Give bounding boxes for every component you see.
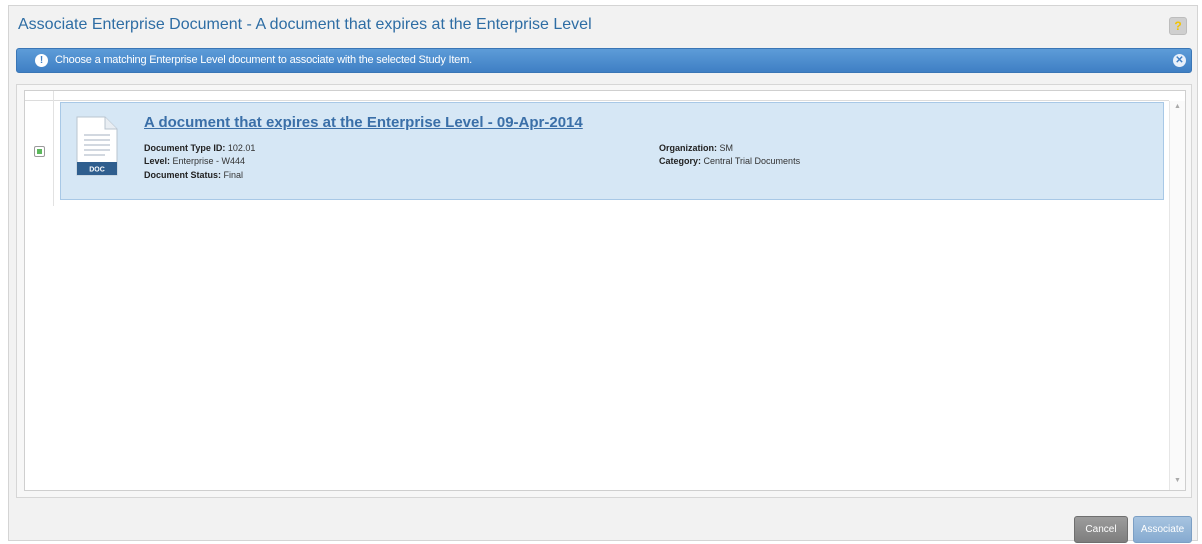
document-list-panel: DOC A document that expires at the Enter…	[16, 84, 1192, 498]
list-scrollbar[interactable]: ▲ ▼	[1169, 101, 1185, 490]
help-button[interactable]: ?	[1169, 17, 1187, 35]
document-level-value: Enterprise - W444	[172, 156, 246, 166]
info-icon: !	[35, 54, 48, 67]
doc-type-label: DOC	[89, 167, 105, 174]
document-level: Level: Enterprise - W444	[144, 156, 245, 166]
document-type-id-value: 102.01	[227, 143, 256, 153]
document-title-link[interactable]: A document that expires at the Enterpris…	[144, 114, 583, 131]
info-banner: ! Choose a matching Enterprise Level doc…	[16, 48, 1192, 73]
checkbox-column-divider	[53, 91, 54, 206]
document-status-value: Final	[223, 170, 244, 180]
cancel-button[interactable]: Cancel	[1074, 516, 1128, 543]
document-organization-label: Organization:	[659, 143, 717, 153]
document-level-label: Level:	[144, 156, 171, 166]
question-icon: ?	[1174, 19, 1182, 33]
dialog-title-bar: Associate Enterprise Document - A docume…	[9, 6, 1197, 44]
close-banner-icon[interactable]: ✕	[1173, 54, 1186, 67]
scroll-up-arrow-icon[interactable]: ▲	[1174, 103, 1181, 110]
document-row[interactable]: DOC A document that expires at the Enter…	[60, 102, 1164, 200]
doc-file-icon: DOC	[75, 115, 119, 177]
document-category: Category: Central Trial Documents	[659, 156, 800, 166]
dialog-title: Associate Enterprise Document - A docume…	[18, 16, 592, 33]
associate-button[interactable]: Associate	[1133, 516, 1192, 543]
info-message: Choose a matching Enterprise Level docum…	[55, 54, 472, 66]
document-organization-value: SM	[719, 143, 734, 153]
document-organization: Organization: SM	[659, 143, 733, 153]
document-status-label: Document Status:	[144, 170, 222, 180]
document-list: DOC A document that expires at the Enter…	[24, 90, 1186, 491]
document-type-id-label: Document Type ID:	[144, 143, 226, 153]
scroll-down-arrow-icon[interactable]: ▼	[1174, 477, 1181, 484]
list-header-divider	[25, 100, 1169, 101]
document-status: Document Status: Final	[144, 170, 243, 180]
document-category-label: Category:	[659, 156, 702, 166]
row-select-checkbox[interactable]	[34, 146, 45, 157]
document-category-value: Central Trial Documents	[703, 156, 801, 166]
document-type-id: Document Type ID: 102.01	[144, 143, 255, 153]
associate-document-dialog: Associate Enterprise Document - A docume…	[8, 5, 1198, 543]
